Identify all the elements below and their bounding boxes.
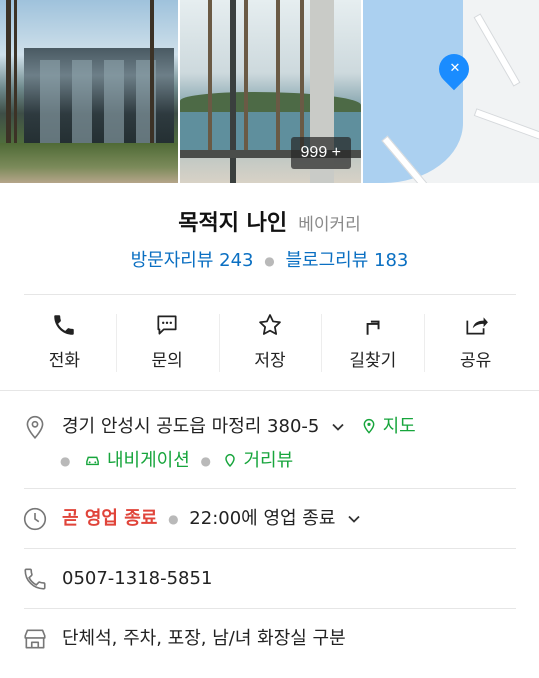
- place-name: 목적지 나인: [178, 211, 288, 236]
- separator-dot: ●: [264, 254, 275, 268]
- visitor-review-link[interactable]: 방문자리뷰 243: [131, 250, 254, 271]
- hours-row[interactable]: 곧 영업 종료 ● 22:00에 영업 종료: [22, 506, 522, 532]
- store-icon: [24, 629, 46, 649]
- divider: [24, 608, 516, 609]
- divider: [24, 548, 516, 549]
- phone-number[interactable]: 0507-1318-5851: [62, 568, 212, 589]
- address-text: 경기 안성시 공도읍 마정리 380-5: [62, 416, 320, 437]
- divider: [0, 390, 539, 391]
- navigation-link[interactable]: 내비게이션: [84, 450, 195, 471]
- directions-button[interactable]: 길찾기: [321, 308, 424, 374]
- phone-row[interactable]: 0507-1318-5851: [22, 566, 522, 592]
- map-thumbnail[interactable]: ✕: [363, 0, 539, 183]
- call-button[interactable]: 전화: [13, 308, 116, 374]
- hours-detail: 22:00에 영업 종료: [189, 508, 336, 529]
- share-icon: [466, 317, 488, 335]
- interior-photo[interactable]: 999 +: [180, 0, 361, 183]
- separator-dot: ●: [60, 454, 71, 468]
- street-view-link-label: 거리뷰: [243, 450, 294, 471]
- chevron-down-icon[interactable]: [331, 420, 345, 434]
- location-pin-icon: [26, 415, 44, 440]
- action-label: 문의: [151, 351, 183, 371]
- navigation-link-label: 내비게이션: [106, 450, 190, 471]
- inquiry-button[interactable]: 문의: [115, 308, 219, 374]
- divider: [24, 294, 516, 295]
- hours-status: 곧 영업 종료: [62, 508, 158, 529]
- car-icon: [86, 456, 100, 466]
- chat-icon: [157, 315, 177, 335]
- phone-icon: [54, 315, 75, 335]
- photo-strip: 999 + ✕: [0, 0, 539, 183]
- action-label: 전화: [48, 351, 81, 371]
- separator-dot: ●: [168, 512, 179, 526]
- photo-count-badge[interactable]: 999 +: [290, 137, 351, 169]
- map-link[interactable]: 지도: [361, 416, 416, 437]
- divider: [24, 488, 516, 489]
- map-link-label: 지도: [382, 416, 416, 437]
- chevron-down-icon[interactable]: [347, 512, 361, 526]
- action-label: 공유: [459, 351, 492, 371]
- directions-icon: [366, 320, 380, 335]
- restaurant-icon: ✕: [449, 61, 461, 76]
- exterior-photo[interactable]: [0, 0, 178, 183]
- share-button[interactable]: 공유: [424, 308, 527, 374]
- pin-icon: [363, 419, 375, 434]
- separator-dot: ●: [200, 454, 211, 468]
- address-row: 경기 안성시 공도읍 마정리 380-5 지도: [22, 414, 522, 440]
- amenities-row: 단체석, 주차, 포장, 남/녀 화장실 구분: [22, 626, 522, 652]
- action-bar: 전화 문의 저장 길찾기 공유: [13, 308, 527, 374]
- street-view-icon: [224, 453, 235, 468]
- action-label: 길찾기: [349, 351, 397, 371]
- review-links: 방문자리뷰 243 ● 블로그리뷰 183: [0, 246, 539, 272]
- blog-review-link[interactable]: 블로그리뷰 183: [285, 250, 408, 271]
- address-sub-links: ● 내비게이션 ● 거리뷰: [60, 446, 293, 472]
- star-icon: [259, 314, 281, 335]
- street-view-link[interactable]: 거리뷰: [222, 450, 293, 471]
- place-category: 베이커리: [298, 215, 361, 235]
- action-label: 저장: [254, 351, 286, 371]
- save-button[interactable]: 저장: [218, 308, 322, 374]
- phone-icon: [24, 568, 46, 590]
- place-header: 목적지 나인 베이커리: [0, 205, 539, 237]
- clock-icon: [23, 507, 47, 531]
- lake-area: [363, 0, 463, 183]
- amenities-text: 단체석, 주차, 포장, 남/녀 화장실 구분: [62, 628, 346, 649]
